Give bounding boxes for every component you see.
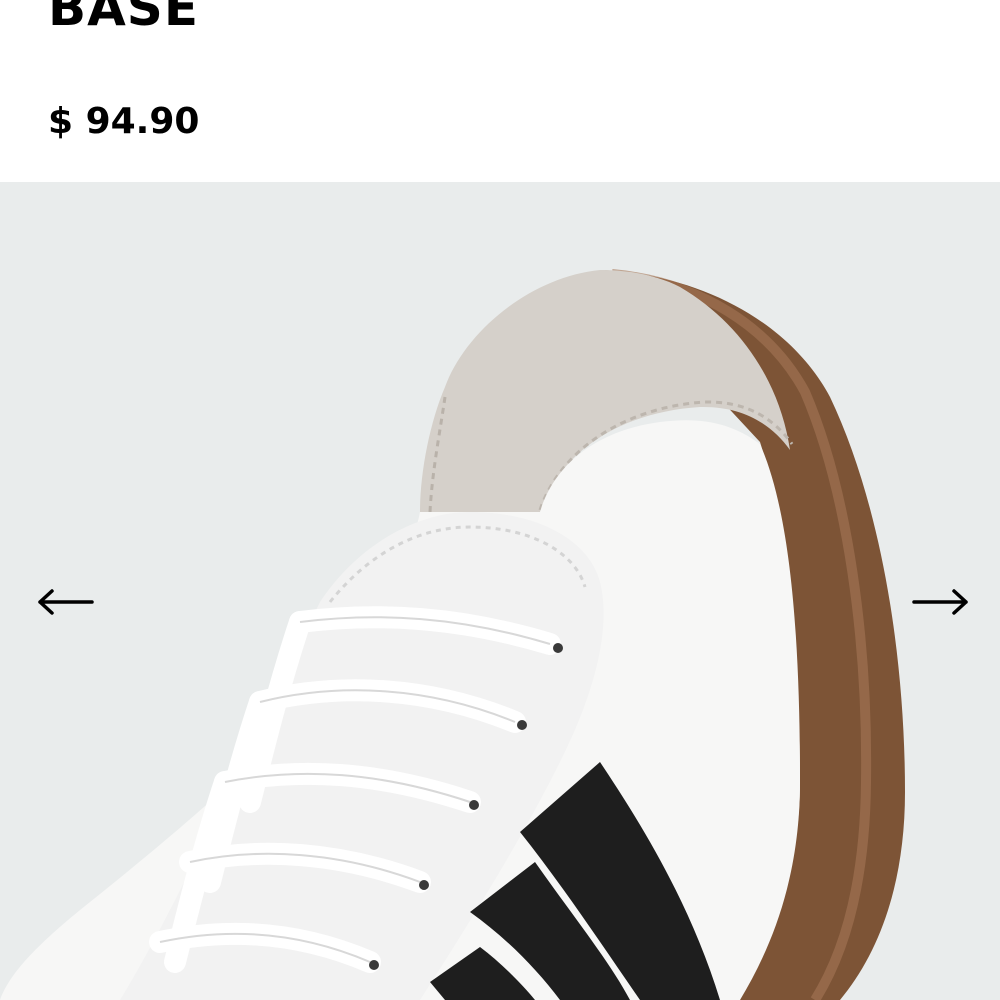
product-image-gallery[interactable] bbox=[0, 182, 1000, 1000]
product-page: BASE $ 94.90 bbox=[0, 0, 1000, 1000]
arrow-left-icon bbox=[38, 589, 94, 615]
product-title: BASE bbox=[48, 0, 199, 37]
product-image bbox=[0, 269, 905, 1000]
product-price: $ 94.90 bbox=[48, 101, 200, 142]
next-image-button[interactable] bbox=[904, 578, 976, 626]
previous-image-button[interactable] bbox=[30, 578, 102, 626]
product-header: BASE $ 94.90 bbox=[0, 0, 1000, 182]
arrow-right-icon bbox=[912, 589, 968, 615]
